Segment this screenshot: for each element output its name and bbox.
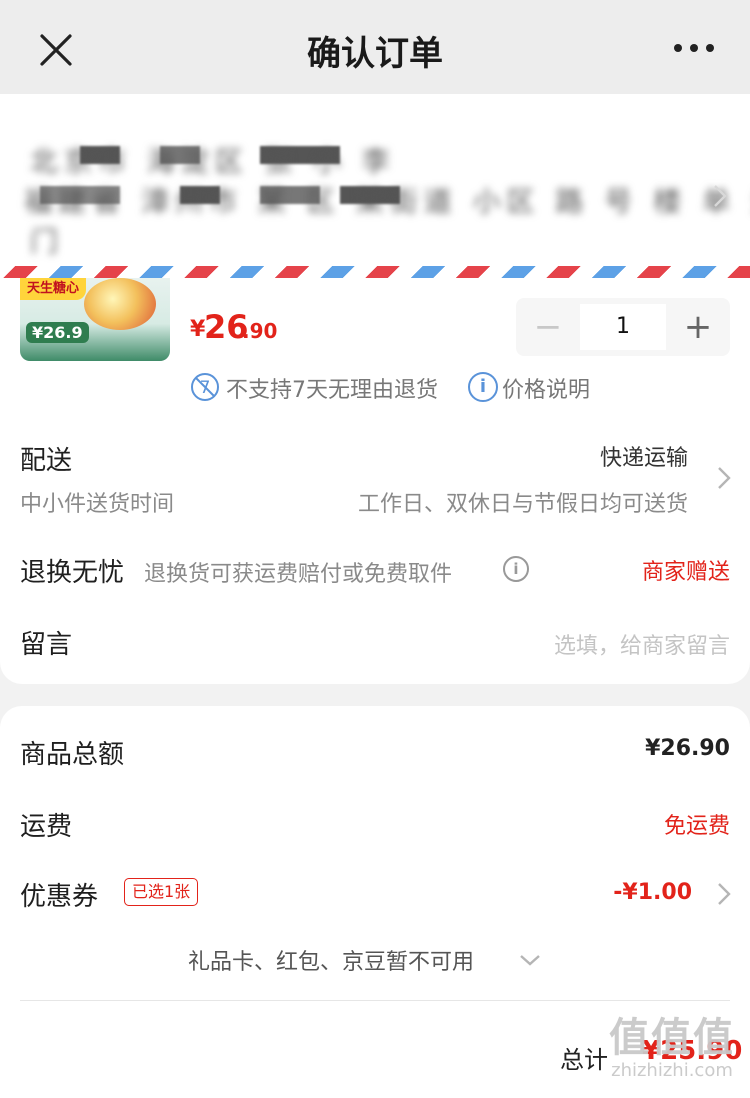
chevron-down-icon[interactable]: [518, 952, 542, 968]
return-guarantee-label: 退换无忧: [20, 558, 125, 588]
shipping-value: 免运费: [663, 814, 730, 839]
coupon-label: 优惠券: [20, 882, 99, 912]
delivery-schedule[interactable]: 工作日、双休日与节假日均可送货: [358, 486, 688, 518]
delivery-method[interactable]: 快递运输: [600, 440, 688, 472]
return-guarantee-value: 商家赠送: [641, 560, 730, 585]
delivery-time-label: 中小件送货时间: [20, 492, 175, 517]
chevron-right-icon[interactable]: [716, 464, 732, 492]
delivery-label: 配送: [20, 446, 73, 476]
price-info-link[interactable]: 价格说明: [502, 372, 590, 404]
goods-total-label: 商品总额: [20, 740, 125, 770]
shipping-label: 运费: [20, 812, 73, 842]
coupon-discount-value[interactable]: -¥1.00: [613, 880, 692, 905]
coupon-selected-badge: 已选1张: [124, 878, 199, 906]
more-options-icon[interactable]: [672, 36, 716, 60]
navigation-bar: 确认订单: [0, 0, 750, 94]
product-image[interactable]: 天生糖心 ¥26.9: [20, 278, 170, 361]
watermark-logo: 值值值: [609, 1015, 735, 1061]
watermark: 值值值 zhizhizhi.com: [602, 1016, 742, 1082]
total-label: 总计: [560, 1046, 608, 1074]
quantity-stepper: − 1 +: [516, 298, 730, 356]
envelope-stripe-divider: [0, 266, 750, 278]
order-card: 北京市 海淀区 张 小 李 福建省 漳州市 某 区 某街道 小区 路 号 楼 单…: [0, 94, 750, 684]
divider: [20, 1000, 730, 1001]
message-label: 留言: [20, 630, 73, 660]
product-image-price: ¥26.9: [26, 322, 89, 343]
address-detail-line-2: 门: [30, 225, 65, 258]
increase-quantity-button[interactable]: +: [666, 298, 730, 356]
price-decimal: .90: [242, 319, 278, 343]
gift-card-unavailable-text[interactable]: 礼品卡、红包、京豆暂不可用: [188, 944, 474, 976]
chevron-right-icon[interactable]: [716, 880, 732, 908]
decrease-quantity-button[interactable]: −: [516, 298, 580, 356]
price-summary-card: 商品总额 ¥26.90 运费 免运费 优惠券 已选1张 -¥1.00 礼品卡、红…: [0, 706, 750, 1098]
info-icon[interactable]: i: [468, 372, 498, 402]
goods-total-value: ¥26.90: [645, 736, 730, 761]
chevron-right-icon: [714, 185, 727, 207]
info-icon[interactable]: i: [503, 556, 529, 582]
watermark-url: zhizhizhi.com: [611, 1060, 733, 1081]
address-section[interactable]: 北京市 海淀区 张 小 李 福建省 漳州市 某 区 某街道 小区 路 号 楼 单…: [0, 94, 750, 266]
page-title: 确认订单: [307, 34, 443, 74]
message-input[interactable]: 选填，给商家留言: [554, 628, 730, 660]
address-detail-line: 福建省 漳州市 某 区 某街道 小区 路 号 楼 单 元: [24, 185, 750, 218]
apple-illustration: [84, 278, 156, 330]
address-name-line: 北京市 海淀区 张 小 李: [30, 145, 396, 178]
return-guarantee-description: 退换货可获运费赔付或免费取件: [144, 562, 453, 587]
no-return-icon: 7: [191, 373, 219, 401]
product-image-tag: 天生糖心: [20, 278, 86, 300]
quantity-value[interactable]: 1: [580, 304, 666, 350]
no-return-policy-text: 不支持7天无理由退货: [226, 378, 438, 403]
